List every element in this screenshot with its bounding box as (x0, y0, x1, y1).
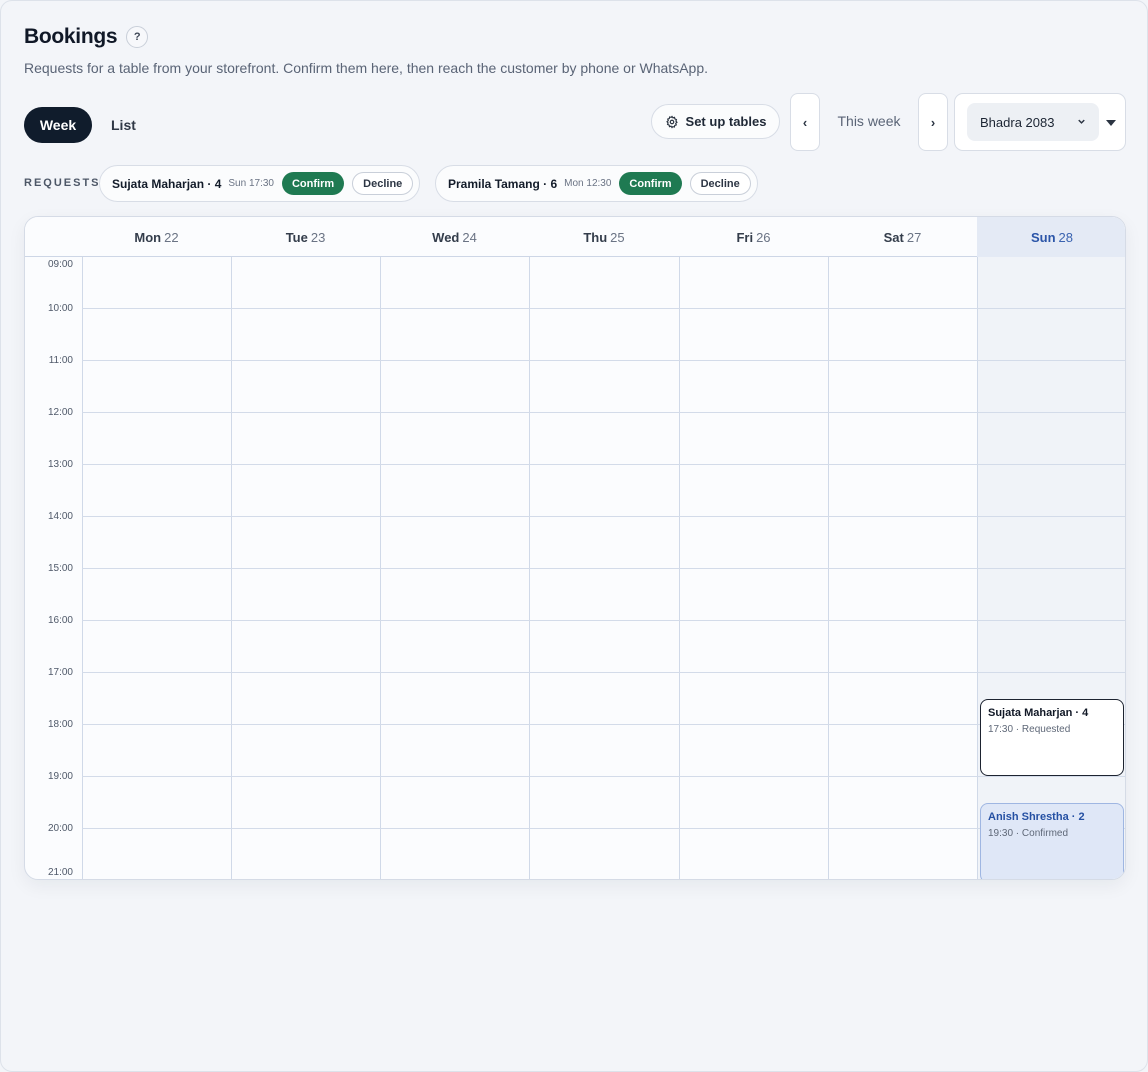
next-week-button[interactable]: › (918, 93, 948, 151)
hour-line (82, 828, 1125, 829)
day-header-mon[interactable]: Mon 22 (82, 217, 231, 257)
requests-label: REQUESTS (24, 177, 101, 189)
hour-line (82, 412, 1125, 413)
week-calendar: Mon 22 Tue 23 Wed 24 Thu 25 Fri 26 Sat 27 Sun 2… (24, 216, 1126, 880)
time-label: 16:00 (47, 615, 73, 626)
time-label: 09:00 (47, 259, 73, 270)
request-time: Mon 12:30 (564, 178, 612, 189)
day-header-sat[interactable]: Sat 27 (828, 217, 977, 257)
time-label: 15:00 (47, 563, 73, 574)
title-row: Bookings ? (24, 25, 149, 49)
time-label: 10:00 (47, 303, 73, 314)
view-toggle: Week List (24, 107, 152, 143)
time-label: 17:00 (47, 667, 73, 678)
day-header-tue[interactable]: Tue 23 (231, 217, 380, 257)
hour-line (82, 724, 1125, 725)
set-up-tables-button[interactable]: Set up tables (651, 104, 780, 139)
page-title: Bookings (24, 25, 118, 48)
hour-line (82, 308, 1125, 309)
time-label: 14:00 (47, 511, 73, 522)
calendar-picker[interactable]: Bhadra 2083 (954, 93, 1126, 151)
month-select-value: Bhadra 2083 (980, 114, 1055, 130)
gear-icon (665, 114, 679, 129)
help-icon[interactable]: ? (126, 26, 149, 48)
request-name: Pramila Tamang · 6 (448, 176, 558, 191)
request-chip: Sujata Maharjan · 4 Sun 17:30 Confirm De… (99, 165, 421, 202)
hour-line (82, 620, 1125, 621)
booking-event-confirmed[interactable]: Anish Shrestha · 2 19:30 · Confirmed (980, 803, 1124, 879)
calendar-header: Mon 22 Tue 23 Wed 24 Thu 25 Fri 26 Sat 27 Sun 2… (25, 217, 1125, 257)
time-label: 13:00 (47, 459, 73, 470)
decline-button[interactable]: Decline (352, 172, 414, 195)
booking-event-requested[interactable]: Sujata Maharjan · 4 17:30 · Requested (980, 699, 1124, 776)
day-header-thu[interactable]: Thu 25 (529, 217, 679, 257)
hour-line (82, 516, 1125, 517)
hour-line (82, 568, 1125, 569)
time-label: 11:00 (48, 355, 73, 366)
list-view-button[interactable]: List (95, 107, 152, 143)
hour-line (82, 464, 1125, 465)
event-title: Anish Shrestha · 2 (988, 811, 1085, 823)
hour-line (82, 672, 1125, 673)
confirm-button[interactable]: Confirm (619, 172, 682, 195)
confirm-button[interactable]: Confirm (281, 172, 345, 195)
hour-line (82, 360, 1125, 361)
request-time: Sun 17:30 (228, 178, 274, 189)
time-label: 12:00 (47, 407, 73, 418)
hour-line (82, 776, 1125, 777)
day-header-fri[interactable]: Fri 26 (679, 217, 828, 257)
time-label: 20:00 (47, 823, 73, 834)
page-subtitle: Requests for a table from your storefron… (24, 60, 708, 76)
day-header-sun[interactable]: Sun 28 (977, 217, 1125, 257)
prev-week-button[interactable]: ‹ (790, 93, 820, 151)
calendar-grid: 09:00 10:00 11:00 12:00 13:00 14:00 15:0… (25, 257, 1125, 879)
request-chip: Pramila Tamang · 6 Mon 12:30 Confirm Dec… (435, 165, 758, 202)
event-subtitle: 19:30 · Confirmed (988, 828, 1069, 839)
day-header-wed[interactable]: Wed 24 (380, 217, 529, 257)
event-subtitle: 17:30 · Requested (988, 724, 1071, 735)
month-select[interactable]: Bhadra 2083 (967, 103, 1099, 141)
time-label: 21:00 (47, 867, 73, 878)
dropdown-caret-icon[interactable] (1106, 120, 1116, 126)
request-name: Sujata Maharjan · 4 (112, 176, 222, 191)
week-label[interactable]: This week (823, 113, 915, 129)
week-view-button[interactable]: Week (24, 107, 92, 143)
time-label: 18:00 (47, 719, 73, 730)
bookings-page: Bookings ? Requests for a table from you… (0, 0, 1148, 1072)
set-up-tables-label: Set up tables (685, 114, 767, 129)
event-title: Sujata Maharjan · 4 (988, 707, 1089, 719)
decline-button[interactable]: Decline (689, 172, 751, 195)
time-label: 19:00 (47, 771, 73, 782)
chevron-down-icon (1076, 116, 1087, 127)
